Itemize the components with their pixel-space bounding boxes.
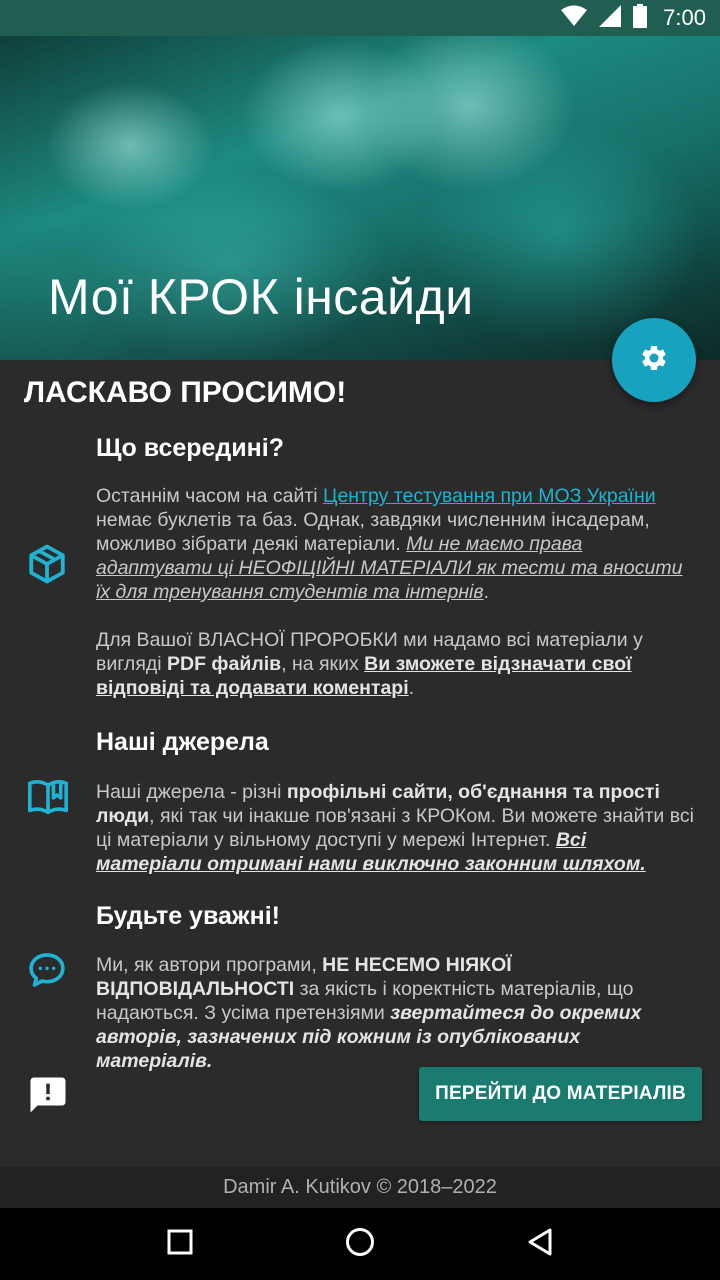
moz-testing-center-link[interactable]: Центру тестування при МОЗ України bbox=[323, 485, 656, 507]
back-triangle-icon bbox=[527, 1228, 553, 1261]
status-time: 7:00 bbox=[663, 5, 706, 30]
section-attention: Будьте уважні! Ми, як автори програми, Н… bbox=[96, 902, 696, 1073]
square-icon bbox=[167, 1229, 193, 1260]
welcome-heading: ЛАСКАВО ПРОСИМО! bbox=[24, 376, 347, 409]
text-bold: PDF файлів bbox=[167, 653, 282, 675]
cube-icon bbox=[26, 543, 68, 590]
app-title: Мої КРОК інсайди bbox=[48, 269, 474, 325]
settings-button[interactable] bbox=[612, 318, 696, 402]
feedback-alert-icon[interactable] bbox=[26, 1074, 70, 1121]
navigation-bar bbox=[0, 1208, 720, 1280]
text: . bbox=[408, 677, 415, 699]
text: Ми, як автори програми, bbox=[96, 954, 323, 976]
text: Наші джерела - різні bbox=[96, 781, 287, 803]
text: , на яких bbox=[281, 653, 365, 675]
sources-paragraph: Наші джерела - різні профільні сайти, об… bbox=[96, 780, 696, 876]
battery-icon bbox=[633, 3, 648, 33]
text: , які так чи інакше пов'язані з КРОКом. … bbox=[96, 805, 694, 851]
speech-bubble-dots-icon bbox=[26, 950, 68, 995]
gear-icon bbox=[639, 343, 669, 378]
section-title-inside: Що всередині? bbox=[96, 434, 284, 462]
open-book-icon bbox=[26, 776, 70, 821]
status-icons: 7:00 bbox=[561, 3, 706, 33]
inside-paragraph-2: Для Вашої ВЛАСНОЇ ПРОРОБКИ ми надамо всі… bbox=[96, 628, 696, 700]
wifi-icon bbox=[561, 5, 588, 32]
recents-button[interactable] bbox=[150, 1214, 210, 1274]
home-button[interactable] bbox=[330, 1214, 390, 1274]
section-title-sources: Наші джерела bbox=[96, 728, 269, 756]
signal-icon bbox=[599, 4, 622, 32]
go-to-materials-button[interactable]: ПЕРЕЙТИ ДО МАТЕРІАЛІВ bbox=[419, 1067, 702, 1121]
circle-icon bbox=[345, 1227, 375, 1262]
text: . bbox=[483, 581, 489, 603]
copyright-text: Damir A. Kutikov © 2018–2022 bbox=[223, 1176, 497, 1198]
back-button[interactable] bbox=[510, 1214, 570, 1274]
footer-copyright: Damir A. Kutikov © 2018–2022 bbox=[0, 1167, 720, 1208]
status-bar: 7:00 bbox=[0, 0, 720, 36]
section-sources: Наші джерела Наші джерела - різні профіл… bbox=[96, 728, 696, 876]
section-inside: Що всередині? Останнім часом на сайті Це… bbox=[96, 434, 696, 700]
attention-paragraph: Ми, як автори програми, НЕ НЕСЕМО НІЯКОЇ… bbox=[96, 953, 696, 1073]
text: Останнім часом на сайті bbox=[96, 485, 324, 507]
hero-image: Мої КРОК інсайди bbox=[0, 36, 720, 360]
inside-paragraph-1: Останнім часом на сайті Центру тестуванн… bbox=[96, 484, 696, 604]
section-title-attention: Будьте уважні! bbox=[96, 902, 280, 930]
